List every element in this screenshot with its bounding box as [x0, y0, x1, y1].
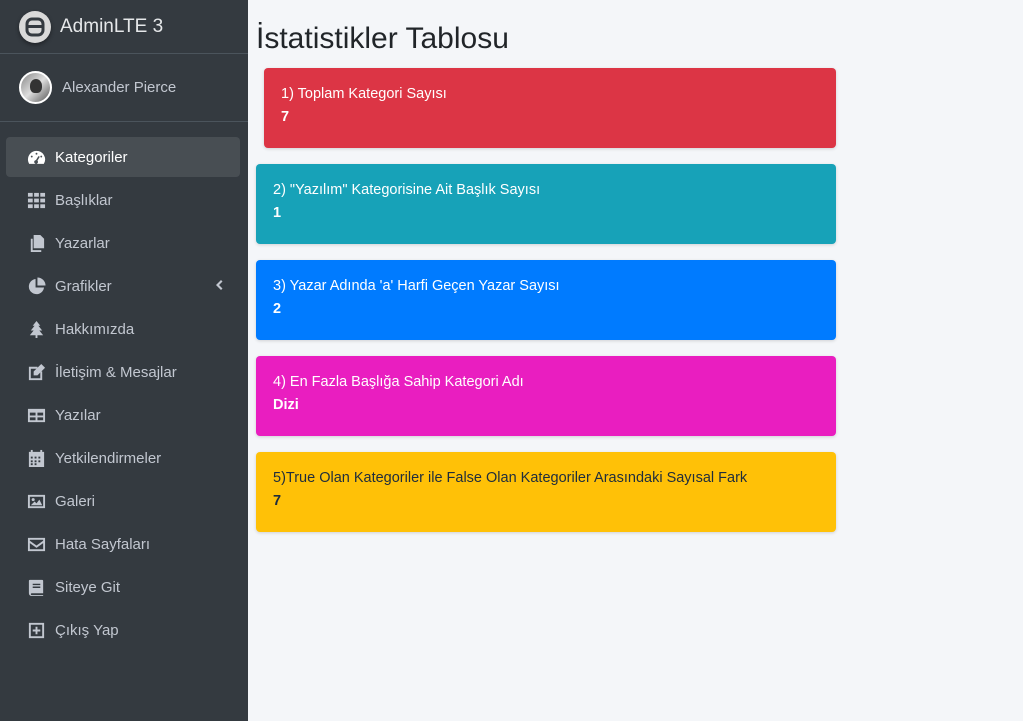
stat-card-yazilim-baslik-sayisi: 2) "Yazılım" Kategorisine Ait Başlık Say…	[256, 164, 836, 244]
sidebar-item-galeri[interactable]: Galeri	[6, 481, 240, 521]
grid-icon	[26, 190, 46, 210]
sidebar-item-siteye-git[interactable]: Siteye Git	[6, 567, 240, 607]
sidebar-item-hata-sayfalari[interactable]: Hata Sayfaları	[6, 524, 240, 564]
stat-card-label: 4) En Fazla Başlığa Sahip Kategori Adı	[273, 374, 524, 390]
brand-link[interactable]: AdminLTE 3	[0, 0, 248, 54]
stat-card-yazar-sayisi: 3) Yazar Adında 'a' Harfi Geçen Yazar Sa…	[256, 260, 836, 340]
stat-card-true-false-fark: 5)True Olan Kategoriler ile False Olan K…	[256, 452, 836, 532]
user-name[interactable]: Alexander Pierce	[62, 79, 176, 96]
stat-card-value: Dizi	[273, 397, 299, 413]
sidebar-item-label: Siteye Git	[55, 578, 121, 596]
stat-card-value: 7	[273, 493, 282, 509]
sidebar-nav: Kategoriler Başlıklar Yazarlar Grafikler	[0, 137, 248, 650]
plus-square-icon	[26, 620, 46, 640]
sidebar-item-basliklar[interactable]: Başlıklar	[6, 180, 240, 220]
table-icon	[26, 405, 46, 425]
sidebar-item-iletisim[interactable]: İletişim & Mesajlar	[6, 352, 240, 392]
stat-card-label: 1) Toplam Kategori Sayısı	[281, 86, 447, 102]
sidebar-item-kategoriler[interactable]: Kategoriler	[6, 137, 240, 177]
tree-icon	[26, 319, 46, 339]
sidebar-item-hakkimizda[interactable]: Hakkımızda	[6, 309, 240, 349]
sidebar-item-label: Galeri	[55, 492, 96, 510]
sidebar-item-yazilar[interactable]: Yazılar	[6, 395, 240, 435]
page-title: İstatistikler Tablosu	[256, 22, 509, 55]
sidebar-item-cikis-yap[interactable]: Çıkış Yap	[6, 610, 240, 650]
sidebar-item-label: Hata Sayfaları	[55, 535, 151, 553]
stat-card-label: 2) "Yazılım" Kategorisine Ait Başlık Say…	[273, 182, 541, 198]
stat-card-value: 1	[273, 205, 282, 221]
stat-card-label: 5)True Olan Kategoriler ile False Olan K…	[273, 470, 748, 486]
book-icon	[26, 577, 46, 597]
user-panel[interactable]: Alexander Pierce	[0, 54, 248, 122]
copy-icon	[26, 233, 46, 253]
adminlte-logo-icon	[19, 10, 51, 43]
stat-card-kategori-sayisi: 1) Toplam Kategori Sayısı 7	[264, 68, 836, 148]
sidebar-item-label: Yetkilendirmeler	[55, 449, 162, 467]
sidebar-item-label: Yazılar	[55, 406, 101, 424]
edit-icon	[26, 362, 46, 382]
sidebar-item-label: Kategoriler	[55, 148, 128, 166]
sidebar-item-label: Çıkış Yap	[55, 621, 119, 639]
brand-text: AdminLTE 3	[60, 15, 164, 37]
sidebar-item-label: İletişim & Mesajlar	[55, 363, 177, 381]
stat-card-label: 3) Yazar Adında 'a' Harfi Geçen Yazar Sa…	[273, 278, 560, 294]
image-icon	[26, 491, 46, 511]
sidebar-item-grafikler[interactable]: Grafikler	[6, 266, 240, 306]
stat-card-en-fazla-kategori: 4) En Fazla Başlığa Sahip Kategori Adı D…	[256, 356, 836, 436]
sidebar-item-label: Grafikler	[55, 277, 112, 295]
envelope-icon	[26, 534, 46, 554]
main-content: İstatistikler Tablosu 1) Toplam Kategori…	[248, 0, 1023, 721]
tachometer-icon	[26, 147, 46, 167]
pie-chart-icon	[26, 276, 46, 296]
sidebar-item-label: Hakkımızda	[55, 320, 135, 338]
sidebar-item-label: Yazarlar	[55, 234, 110, 252]
sidebar-item-yetkilendirmeler[interactable]: Yetkilendirmeler	[6, 438, 240, 478]
stat-card-value: 2	[273, 301, 282, 317]
avatar	[19, 71, 52, 104]
chevron-left-icon[interactable]	[212, 278, 226, 292]
sidebar: AdminLTE 3 Alexander Pierce Kategoriler …	[0, 0, 248, 721]
calendar-icon	[26, 448, 46, 468]
sidebar-item-label: Başlıklar	[55, 191, 113, 209]
stat-card-value: 7	[281, 109, 290, 125]
sidebar-item-yazarlar[interactable]: Yazarlar	[6, 223, 240, 263]
